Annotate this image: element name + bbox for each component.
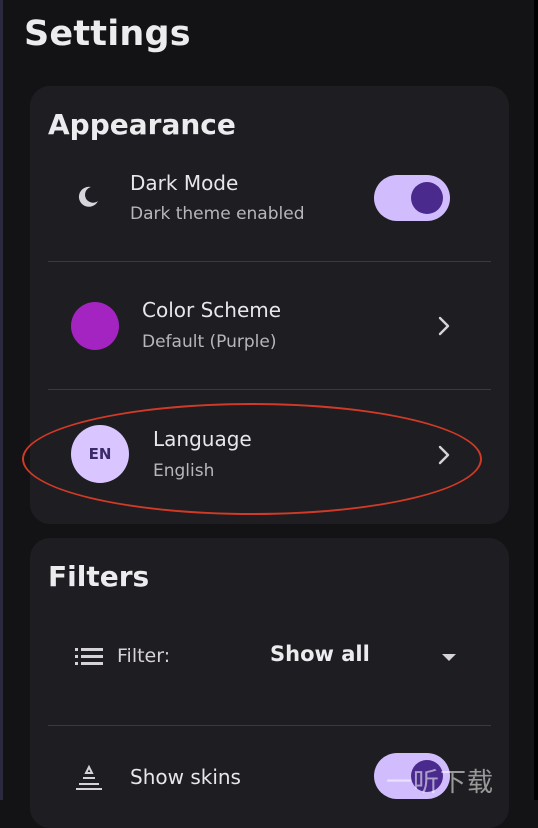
list-icon bbox=[75, 648, 103, 665]
color-scheme-title: Color Scheme bbox=[142, 298, 282, 322]
show-skins-title: Show skins bbox=[130, 765, 241, 789]
filter-value: Show all bbox=[270, 642, 370, 666]
skins-icon bbox=[76, 764, 102, 790]
dropdown-arrow-icon bbox=[442, 654, 456, 661]
dark-mode-subtitle: Dark theme enabled bbox=[130, 204, 305, 224]
dark-mode-toggle-thumb bbox=[411, 182, 443, 214]
color-scheme-subtitle: Default (Purple) bbox=[142, 332, 277, 352]
window-edge-right bbox=[534, 0, 538, 800]
highlight-annotation bbox=[22, 403, 482, 515]
filters-section-title: Filters bbox=[48, 560, 150, 593]
page-title: Settings bbox=[24, 14, 191, 54]
chevron-right-icon bbox=[438, 316, 450, 336]
dark-mode-title: Dark Mode bbox=[130, 171, 239, 195]
color-swatch bbox=[71, 302, 119, 350]
window-edge-left bbox=[0, 0, 3, 800]
divider bbox=[48, 389, 491, 390]
divider bbox=[48, 725, 491, 726]
appearance-section-title: Appearance bbox=[48, 108, 236, 141]
moon-icon bbox=[78, 186, 98, 207]
watermark: 一听下载 bbox=[386, 768, 495, 798]
filter-label: Filter: bbox=[117, 645, 171, 667]
dark-mode-toggle[interactable] bbox=[374, 175, 450, 221]
divider bbox=[48, 261, 491, 262]
